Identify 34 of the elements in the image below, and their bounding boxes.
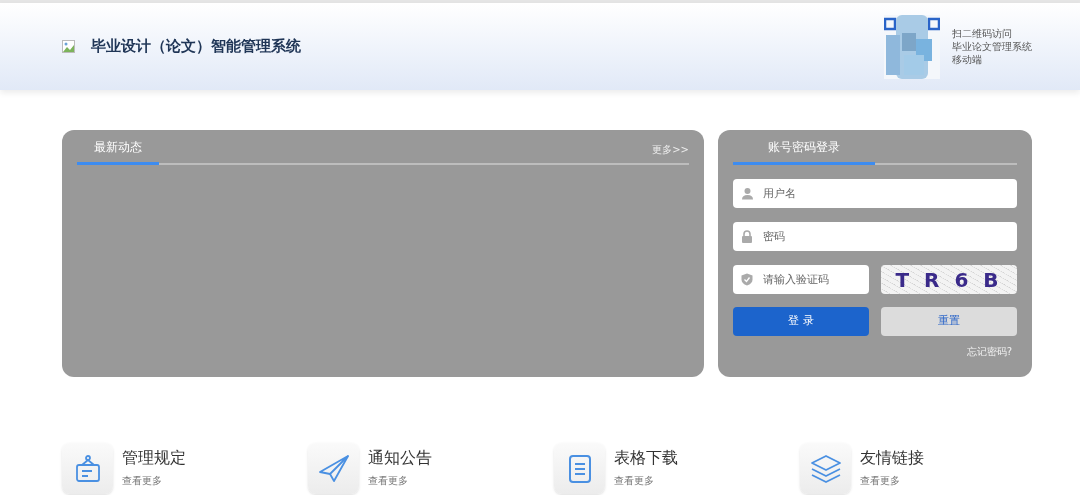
shortcut-tile[interactable] (554, 443, 605, 494)
shortcut-tile[interactable] (62, 443, 113, 494)
shortcut-title: 友情链接 (860, 447, 924, 469)
shortcut-tile[interactable] (800, 443, 851, 494)
view-more-link[interactable]: 查看更多 (860, 473, 924, 488)
qr-caption: 移动端 (952, 53, 983, 66)
password-field[interactable]: 密码 (733, 222, 1017, 251)
site-title: 毕业设计（论文）智能管理系统 (91, 36, 301, 58)
more-link[interactable]: 更多>> (652, 142, 689, 159)
view-more-link[interactable]: 查看更多 (368, 473, 432, 488)
qr-caption: 扫二维码访问 (952, 27, 1013, 40)
shortcut-title: 管理规定 (122, 447, 186, 469)
document-icon (566, 453, 593, 484)
qr-caption: 毕业论文管理系统 (952, 40, 1032, 53)
qr-code-icon (884, 14, 940, 79)
username-field[interactable]: 用户名 (733, 179, 1017, 208)
shortcut-tile[interactable] (308, 443, 359, 494)
view-more-link[interactable]: 查看更多 (614, 473, 678, 488)
shield-icon (741, 273, 753, 286)
user-icon (741, 187, 754, 200)
login-button[interactable]: 登 录 (733, 307, 869, 336)
forgot-password-link[interactable]: 忘记密码? (966, 344, 1012, 359)
shortcut-title: 通知公告 (368, 447, 432, 469)
captcha-image[interactable]: T R 6 B (881, 265, 1017, 294)
paper-plane-icon (317, 453, 350, 484)
captcha-field[interactable]: 请输入验证码 (733, 265, 869, 294)
view-more-link[interactable]: 查看更多 (122, 473, 186, 488)
shortcut-title: 表格下载 (614, 447, 678, 469)
reset-button[interactable]: 重置 (881, 307, 1017, 336)
lock-icon (741, 230, 753, 243)
layers-icon (809, 453, 842, 484)
broken-image-icon (62, 40, 75, 53)
panel-tab[interactable]: 账号密码登录 (733, 138, 875, 165)
panel-tab[interactable]: 最新动态 (77, 138, 159, 165)
